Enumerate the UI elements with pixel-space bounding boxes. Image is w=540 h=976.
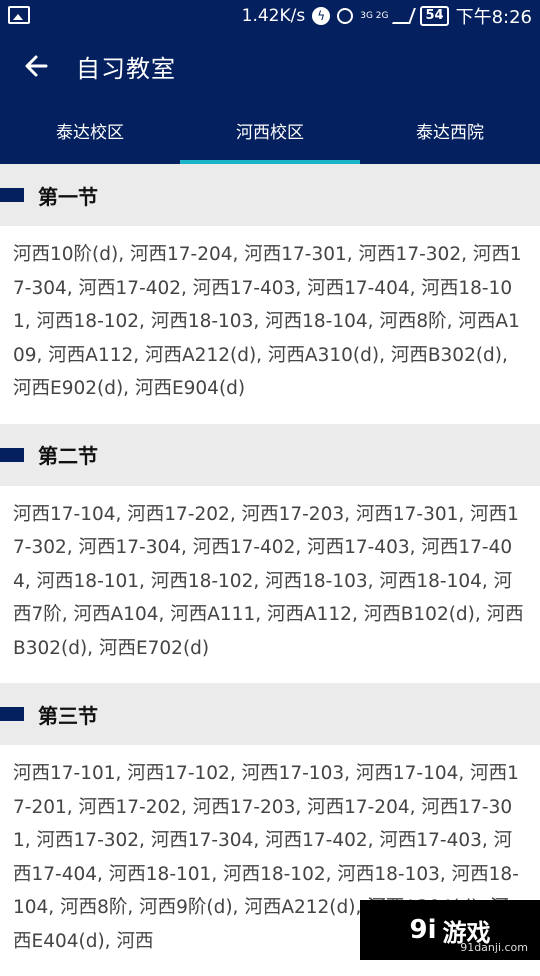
page-title: 自习教室 bbox=[76, 55, 176, 83]
signal-icon bbox=[392, 8, 417, 24]
status-time: 下午8:26 bbox=[455, 7, 532, 28]
status-bar: 1.42K/s ϟ 3G 2G 54 下午8:26 bbox=[0, 0, 540, 32]
section-marker bbox=[0, 447, 24, 462]
classroom-list[interactable]: 第一节 河西10阶(d), 河西17-204, 河西17-301, 河西17-3… bbox=[0, 164, 540, 976]
section-rooms-2: 河西17-104, 河西17-202, 河西17-203, 河西17-301, … bbox=[0, 485, 540, 683]
status-right: 1.42K/s ϟ 3G 2G 54 下午8:26 bbox=[242, 4, 532, 28]
section-header-3: 第三节 bbox=[0, 683, 540, 745]
image-notification-icon bbox=[8, 6, 30, 24]
tab-taida-west[interactable]: 泰达西院 bbox=[360, 104, 540, 164]
watermark-url: 91danji.com bbox=[460, 941, 528, 954]
network-type: 3G 2G bbox=[360, 10, 389, 21]
tab-hexi[interactable]: 河西校区 bbox=[180, 104, 360, 164]
section-marker bbox=[0, 188, 24, 202]
section-title: 第二节 bbox=[38, 444, 98, 468]
section-marker bbox=[0, 707, 24, 721]
section-title: 第三节 bbox=[38, 703, 98, 728]
watermark-logo-mark: 9i bbox=[409, 915, 437, 945]
back-arrow-icon[interactable] bbox=[22, 52, 50, 80]
section-header-1: 第一节 bbox=[0, 164, 540, 226]
section-rooms-1: 河西10阶(d), 河西17-204, 河西17-301, 河西17-302, … bbox=[0, 226, 540, 424]
app-bar: 自习教室 bbox=[0, 32, 540, 104]
campus-tabs: 泰达校区 河西校区 泰达西院 bbox=[0, 104, 540, 164]
section-title: 第一节 bbox=[38, 184, 98, 209]
watermark-logo: 9i 游戏 91danji.com bbox=[360, 900, 540, 960]
tab-taida[interactable]: 泰达校区 bbox=[0, 104, 180, 164]
flash-icon: ϟ bbox=[312, 7, 331, 25]
section-header-2: 第二节 bbox=[0, 423, 540, 486]
battery-level: 54 bbox=[420, 6, 449, 26]
network-speed: 1.42K/s bbox=[241, 6, 306, 26]
alarm-icon bbox=[337, 8, 354, 24]
